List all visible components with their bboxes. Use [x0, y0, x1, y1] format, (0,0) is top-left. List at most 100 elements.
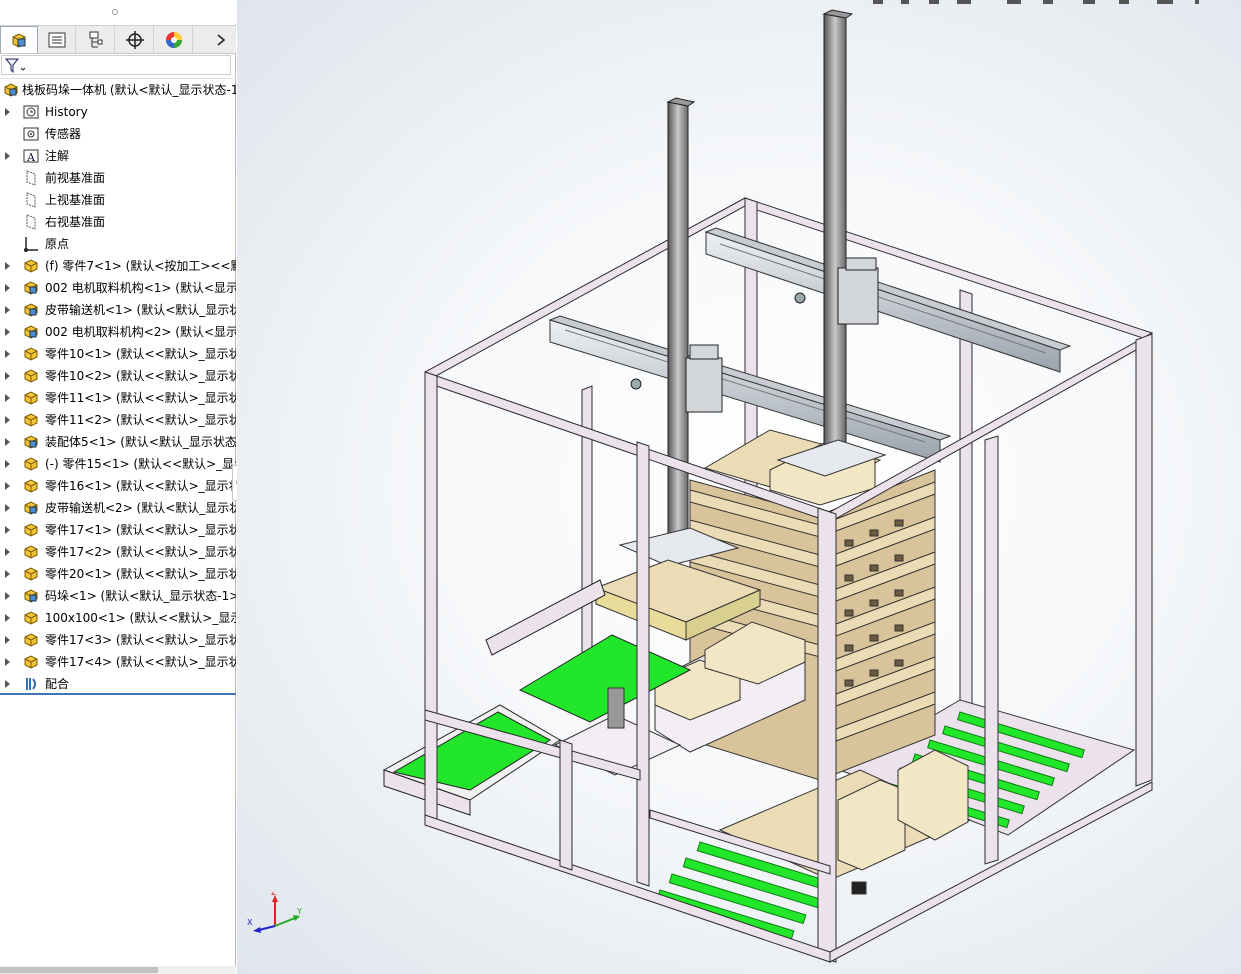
tree-item[interactable]: 零件17<2> (默认<<默认>_显示状态: [0, 541, 236, 563]
expand-arrow-icon[interactable]: [5, 438, 10, 446]
part-icon: [24, 259, 38, 273]
part-icon: [24, 545, 38, 559]
tree-item[interactable]: 码垛<1> (默认<默认_显示状态-1>): [0, 585, 236, 607]
tree-item[interactable]: 前视基准面: [0, 167, 236, 189]
propertymanager-tab[interactable]: [38, 26, 76, 53]
tree-item[interactable]: 零件17<1> (默认<<默认>_显示状态: [0, 519, 236, 541]
expand-arrow-icon[interactable]: [5, 416, 10, 424]
tree-item-label: 原点: [45, 237, 70, 251]
expand-arrow-icon[interactable]: [5, 570, 10, 578]
tree-item-label: 传感器: [45, 127, 82, 141]
tree-item-label: 码垛<1> (默认<默认_显示状态-1>): [45, 589, 236, 603]
expand-arrow-icon[interactable]: [5, 328, 10, 336]
tree-item[interactable]: History: [0, 101, 236, 123]
tree-item-label: 注解: [45, 149, 70, 163]
expand-arrow-icon[interactable]: [5, 306, 10, 314]
expand-arrow-icon[interactable]: [5, 680, 10, 688]
tree-item[interactable]: 皮带输送机<2> (默认<默认_显示状: [0, 497, 236, 519]
manager-tab-bar: [0, 25, 236, 54]
tree-item[interactable]: A 注解: [0, 145, 236, 167]
featuremanager-panel: 栈板码垛一体机 (默认<默认_显示状态-1 History 传感器 A 注解前视基准面上…: [0, 0, 236, 974]
assembly-icon: [24, 303, 38, 317]
expand-arrow-icon[interactable]: [5, 636, 10, 644]
tree-item[interactable]: 原点: [0, 233, 236, 255]
expand-arrow-icon[interactable]: [5, 548, 10, 556]
assembly-icon: [24, 501, 38, 515]
expand-arrow-icon[interactable]: [5, 526, 10, 534]
expand-tabs-button[interactable]: [205, 26, 236, 53]
expand-arrow-icon[interactable]: [5, 504, 10, 512]
part-icon: [24, 479, 38, 493]
tree-item-label: (f) 零件7<1> (默认<按加工><<默认: [45, 259, 236, 273]
tree-item[interactable]: 皮带输送机<1> (默认<默认_显示状: [0, 299, 236, 321]
tree-item[interactable]: 零件17<3> (默认<<默认>_显示状态: [0, 629, 236, 651]
expand-arrow-icon[interactable]: [5, 658, 10, 666]
panel-horizontal-scrollbar[interactable]: [0, 966, 236, 974]
tree-item-label: 零件11<1> (默认<<默认>_显示状态: [45, 391, 236, 405]
panel-resize-grip[interactable]: [0, 0, 236, 24]
tree-item[interactable]: 零件11<2> (默认<<默认>_显示状态: [0, 409, 236, 431]
tree-item-label: 上视基准面: [45, 193, 106, 207]
expand-arrow-icon[interactable]: [5, 614, 10, 622]
annotations-icon: A: [23, 149, 39, 164]
expand-arrow-icon[interactable]: [5, 350, 10, 358]
expand-arrow-icon[interactable]: [5, 152, 10, 160]
graphics-area[interactable]: Z Y X: [237, 0, 1241, 974]
dimxpertmanager-tab-icon: [125, 30, 144, 49]
part-icon: [24, 567, 38, 581]
tree-item[interactable]: 零件10<2> (默认<<默认>_显示状态: [0, 365, 236, 387]
history-folder-icon: [23, 105, 39, 119]
tree-item[interactable]: 零件11<1> (默认<<默认>_显示状态: [0, 387, 236, 409]
expand-arrow-icon[interactable]: [5, 284, 10, 292]
z-axis-pillar-left: [666, 97, 696, 546]
propertymanager-tab-icon: [48, 32, 65, 47]
tree-item[interactable]: (-) 零件15<1> (默认<<默认>_显示: [0, 453, 236, 475]
triad-z-label: Z: [271, 892, 277, 897]
expand-arrow-icon[interactable]: [5, 262, 10, 270]
tree-filter-input[interactable]: [1, 55, 231, 75]
svg-text:A: A: [26, 151, 36, 164]
tree-item[interactable]: 传感器: [0, 123, 236, 145]
part-icon: [24, 391, 38, 405]
palletizer-3d-model[interactable]: [237, 0, 1241, 974]
filter-icon[interactable]: [5, 58, 27, 74]
tree-item[interactable]: 002 电机取料机构<2> (默认<显示>: [0, 321, 236, 343]
expand-arrow-icon[interactable]: [5, 460, 10, 468]
tree-item[interactable]: 002 电机取料机构<1> (默认<显示>: [0, 277, 236, 299]
part-icon: [24, 413, 38, 427]
expand-arrow-icon[interactable]: [5, 394, 10, 402]
tree-item[interactable]: 零件10<1> (默认<<默认>_显示状态: [0, 343, 236, 365]
tree-item[interactable]: 100x100<1> (默认<<默认>_显示状: [0, 607, 236, 629]
part-icon: [24, 457, 38, 471]
tree-item[interactable]: 装配体5<1> (默认<默认_显示状态-1: [0, 431, 236, 453]
tree-item-label: 前视基准面: [45, 171, 106, 185]
tree-item[interactable]: 上视基准面: [0, 189, 236, 211]
origin-icon: [24, 237, 38, 252]
featuremanager-tab-icon: [12, 33, 26, 48]
part-icon: [24, 611, 38, 625]
tree-root-assembly[interactable]: 栈板码垛一体机 (默认<默认_显示状态-1: [0, 79, 236, 101]
featuremanager-tab[interactable]: [0, 26, 38, 53]
tree-item-label: 皮带输送机<2> (默认<默认_显示状: [45, 501, 236, 515]
tree-item-label: 零件10<2> (默认<<默认>_显示状态: [45, 369, 236, 383]
dimxpertmanager-tab[interactable]: [116, 26, 154, 53]
plane-icon: [26, 214, 36, 230]
expand-arrow-icon[interactable]: [5, 372, 10, 380]
tree-item[interactable]: (f) 零件7<1> (默认<按加工><<默认: [0, 255, 236, 277]
tree-item[interactable]: 配合: [0, 673, 236, 695]
tree-end-marker: [0, 693, 236, 695]
tree-item[interactable]: 零件20<1> (默认<<默认>_显示状态: [0, 563, 236, 585]
display-manager-tab[interactable]: [155, 26, 193, 53]
part-icon: [24, 523, 38, 537]
tree-item[interactable]: 零件17<4> (默认<<默认>_显示状态: [0, 651, 236, 673]
display-manager-tab-icon: [165, 31, 182, 48]
expand-arrow-icon[interactable]: [5, 482, 10, 490]
plane-icon: [26, 170, 36, 186]
configurationmanager-tab[interactable]: [77, 26, 115, 53]
tree-item-label: 零件20<1> (默认<<默认>_显示状态: [45, 567, 236, 581]
expand-arrow-icon[interactable]: [5, 592, 10, 600]
expand-arrow-icon[interactable]: [5, 108, 10, 116]
tree-item[interactable]: 零件16<1> (默认<<默认>_显示状态: [0, 475, 236, 497]
tree-item[interactable]: 右视基准面: [0, 211, 236, 233]
tree-item-label: 零件17<1> (默认<<默认>_显示状态: [45, 523, 236, 537]
